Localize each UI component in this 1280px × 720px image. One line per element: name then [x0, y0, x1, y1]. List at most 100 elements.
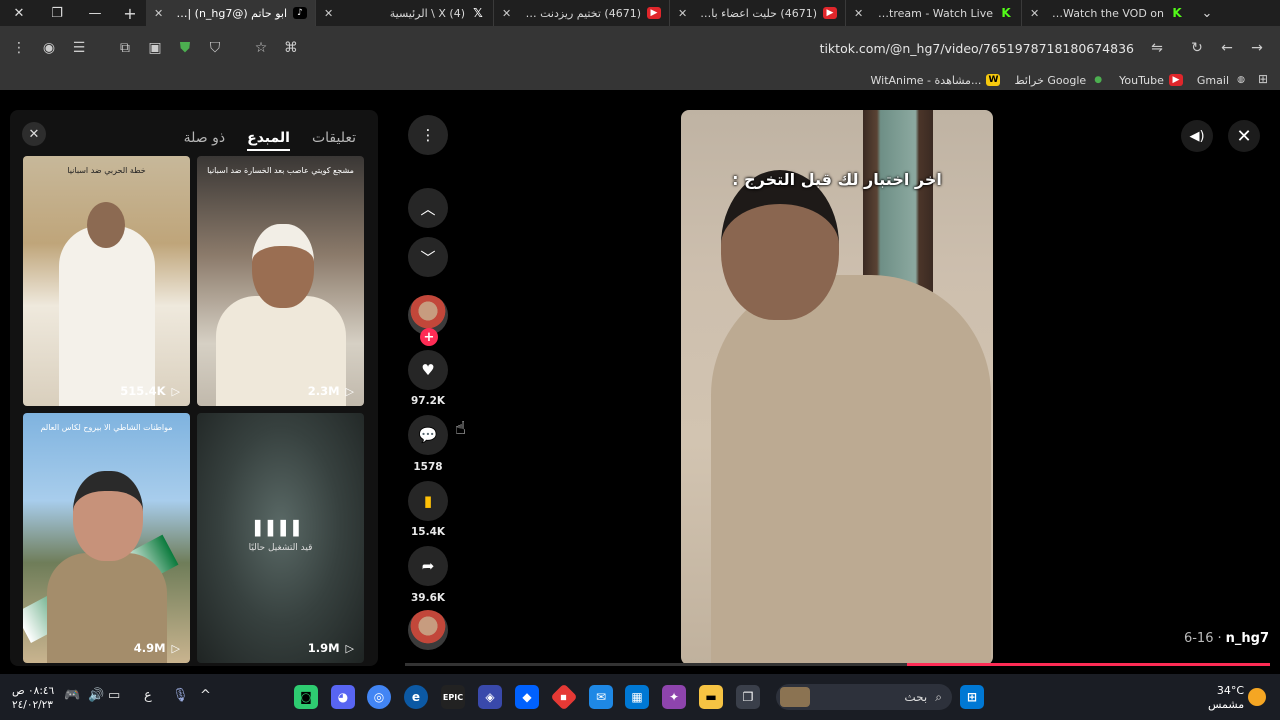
tab-youtube-2[interactable]: ✕ (4671) حليت اعضاء باور يجر ▶ — [670, 0, 846, 26]
close-icon[interactable]: ✕ — [22, 122, 46, 146]
taskbar-search[interactable]: بحث ⌕ — [776, 684, 952, 710]
menu-icon[interactable]: ⋮ — [4, 33, 34, 63]
close-tab-icon[interactable]: ✕ — [854, 7, 870, 20]
input-language[interactable]: ع — [144, 688, 152, 703]
tab-kick-nxv7[interactable]: ✕ Nxv7 Stream - Watch Live K — [846, 0, 1022, 26]
thumbnail-face — [87, 202, 125, 248]
address-bar[interactable]: tiktok.com/@n_hg7/video/7651978718180674… — [300, 33, 1180, 63]
video-player[interactable]: اخر اختبار لك قبل التخرج : — [681, 110, 993, 665]
extensions-icon[interactable]: ⧉ — [110, 33, 140, 63]
minimize-window-button[interactable]: — — [76, 0, 114, 26]
comment-button[interactable]: 💬 — [408, 415, 448, 455]
app-icon-green[interactable]: ◙ — [294, 685, 318, 709]
temperature: 34°C — [1216, 684, 1245, 697]
copilot-icon[interactable]: ✦ — [662, 685, 686, 709]
reading-list-icon[interactable]: ☰ — [64, 33, 94, 63]
video-progress-bar[interactable] — [405, 663, 1270, 666]
profile-icon[interactable]: ◉ — [34, 33, 64, 63]
previous-video-button[interactable]: ︿ — [408, 188, 448, 228]
task-view-icon[interactable]: ❐ — [736, 685, 760, 709]
edge-icon[interactable]: e — [404, 685, 428, 709]
youtube-icon: ▶ — [823, 7, 837, 19]
tab-tiktok[interactable]: ✕ ابو حاتم (@n_hg7) | TikTok ♪ — [146, 0, 316, 26]
maps-icon: ● — [1094, 75, 1103, 85]
mail-icon[interactable]: ✉ — [589, 685, 613, 709]
windows-start-icon[interactable]: ⊞ — [960, 685, 984, 709]
like-button[interactable]: ♥ — [408, 350, 448, 390]
adblock-icon[interactable]: ⛉ — [200, 33, 230, 63]
restore-window-button[interactable]: ❐ — [38, 0, 76, 26]
back-icon[interactable]: ← — [1212, 33, 1242, 63]
tab-youtube-1[interactable]: ✕ (4671) تختيم ريزدنت ايفل 7 ▶ — [494, 0, 670, 26]
extension-icon[interactable]: ▣ — [140, 33, 170, 63]
play-icon: ▷ — [345, 641, 354, 655]
tab-comments[interactable]: تعليقات — [312, 130, 356, 151]
url-text[interactable]: tiktok.com/@n_hg7/video/7651978718180674… — [820, 41, 1134, 56]
thumbnail-caption: مواطنات الشاطي الا بيروح لكاس العالم — [40, 423, 173, 432]
tab-related[interactable]: ذو صلة — [184, 130, 225, 151]
tab-x[interactable]: ✕ (4) X \ الرئيسية 𝕏 — [316, 0, 494, 26]
bookmark-gmail[interactable]: Gmail ◍ — [1197, 74, 1248, 87]
close-tab-icon[interactable]: ✕ — [324, 7, 340, 20]
bookmark-label: WitAnime - مشاهدة... — [870, 73, 982, 87]
network-icon[interactable]: ▭ — [108, 688, 120, 703]
close-video-button[interactable]: ✕ — [1228, 120, 1260, 152]
close-tab-icon[interactable]: ✕ — [154, 7, 170, 20]
bookmark-maps[interactable]: خرائط Google ● — [1014, 74, 1105, 87]
close-window-button[interactable]: ✕ — [0, 0, 38, 26]
share-button[interactable]: ➦ — [408, 546, 448, 586]
forward-icon[interactable]: → — [1242, 33, 1272, 63]
tab-title: Nxv7 Stream - Watch Live — [876, 6, 993, 20]
video-door-scene — [863, 110, 933, 300]
reload-icon[interactable]: ↻ — [1182, 33, 1212, 63]
bookmark-icon: ▮ — [423, 492, 433, 510]
dropbox-icon[interactable]: ◆ — [515, 685, 539, 709]
weather-widget[interactable]: 34°C مشمس — [1208, 684, 1266, 712]
now-playing-label: قيد التشغيل حاليًا — [248, 543, 313, 553]
bookmark-witanime[interactable]: WitAnime - مشاهدة... W — [871, 74, 1001, 87]
heart-icon: ♥ — [421, 361, 435, 379]
volume-button[interactable]: ◀) — [1181, 120, 1213, 152]
globe-icon: ◍ — [1237, 75, 1245, 85]
system-clock[interactable]: ٠٨:٤٦ ص ٢٤/٠٢/٢٣ — [12, 684, 54, 712]
sound-avatar[interactable] — [408, 610, 448, 650]
gamepad-icon[interactable]: 🎮 — [64, 688, 80, 703]
save-button[interactable]: ▮ — [408, 481, 448, 521]
follow-plus-icon[interactable]: + — [420, 328, 438, 346]
video-thumbnail[interactable]: خطة الحربي ضد اسبانيا 515.4K ▷ — [23, 156, 190, 406]
apps-grid-icon[interactable]: ⊞ — [1258, 72, 1274, 88]
search-placeholder: بحث — [904, 690, 928, 704]
tray-overflow-icon[interactable]: ^ — [200, 688, 211, 703]
video-username[interactable]: n_hg7 — [1226, 631, 1269, 646]
next-video-button[interactable]: ﹀ — [408, 237, 448, 277]
tab-kick-youbi[interactable]: ✕ Youbi - Watch the VOD on K — [1022, 0, 1192, 26]
app-icon-red[interactable]: ◆ — [550, 683, 578, 711]
close-tab-icon[interactable]: ✕ — [502, 7, 518, 20]
microphone-icon[interactable]: 🎙 — [172, 688, 189, 703]
tab-search-chevron-icon[interactable]: ⌄ — [1192, 0, 1222, 26]
file-explorer-icon[interactable]: ▬ — [699, 685, 723, 709]
close-tab-icon[interactable]: ✕ — [678, 7, 694, 20]
shield-icon[interactable]: ⛊ — [170, 33, 200, 63]
chrome-icon[interactable]: ◎ — [367, 685, 391, 709]
site-settings-icon[interactable]: ⇋ — [1142, 33, 1172, 63]
new-tab-button[interactable]: + — [114, 0, 146, 26]
like-count: 97.2K — [410, 395, 446, 407]
discord-icon[interactable]: ◕ — [331, 685, 355, 709]
kick-icon: K — [1172, 6, 1182, 20]
comment-count: 1578 — [413, 461, 443, 473]
video-person-body — [711, 275, 991, 665]
video-thumbnail[interactable]: مشجع كويتي عاصب بعد الخسارة ضد اسبانيا 2… — [197, 156, 364, 406]
app-icon-blue[interactable]: ◈ — [478, 685, 502, 709]
video-thumbnail-playing[interactable]: ▌▌▌▌ قيد التشغيل حاليًا 1.9M ▷ — [197, 413, 364, 663]
action-rail: ⋮ ︿ ﹀ + ♥ 97.2K 💬 1578 ▮ 15.4K ➦ 39.6K — [408, 96, 448, 674]
close-tab-icon[interactable]: ✕ — [1030, 7, 1046, 20]
speaker-icon[interactable]: 🔊 — [88, 688, 104, 703]
store-icon[interactable]: ▦ — [625, 685, 649, 709]
more-options-button[interactable]: ⋮ — [408, 115, 448, 155]
video-thumbnail[interactable]: مواطنات الشاطي الا بيروح لكاس العالم 4.9… — [23, 413, 190, 663]
bookmark-youtube[interactable]: YouTube ▶ — [1119, 74, 1183, 87]
epic-games-icon[interactable]: EPIC — [441, 685, 465, 709]
tab-creator[interactable]: المبدع — [247, 130, 290, 151]
bookmark-star-icon[interactable]: ☆ — [246, 33, 276, 63]
